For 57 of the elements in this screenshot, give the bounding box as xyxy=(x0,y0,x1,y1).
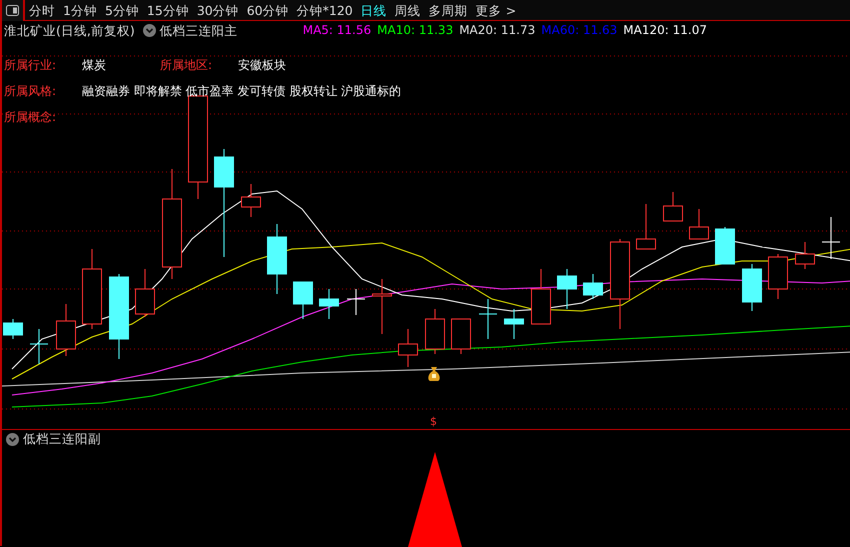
candlestick xyxy=(346,288,366,316)
candlestick xyxy=(56,304,76,356)
info-label: 所属地区: xyxy=(160,57,214,74)
moving-average-value: MA10: 11.33 xyxy=(377,22,454,39)
candlestick xyxy=(398,328,418,368)
candlestick xyxy=(478,298,498,340)
candlestick xyxy=(557,268,577,310)
period-tab[interactable]: 30分钟 xyxy=(192,0,243,20)
candlestick xyxy=(372,278,392,334)
stock-title: 淮北矿业(日线,前复权) xyxy=(4,22,135,40)
candlestick xyxy=(451,318,471,354)
candlestick xyxy=(319,288,339,320)
candlestick xyxy=(425,308,445,354)
panel-toggle-icon[interactable] xyxy=(6,4,19,16)
candlestick xyxy=(531,268,551,324)
period-tab[interactable]: 分时 xyxy=(25,0,59,20)
candlestick xyxy=(795,242,815,270)
info-label: 所属概念: xyxy=(4,109,58,126)
candlestick xyxy=(663,192,683,222)
candlestick xyxy=(241,184,261,218)
period-tab[interactable]: 15分钟 xyxy=(142,0,193,20)
period-tab[interactable]: 分钟*120 xyxy=(292,0,357,20)
candlestick xyxy=(768,254,788,300)
indicator-name[interactable]: 低档三连阳副 xyxy=(23,430,101,448)
candlestick xyxy=(504,308,524,340)
period-tab[interactable]: 多周期 xyxy=(424,0,472,20)
candlestick xyxy=(689,208,709,240)
candlestick xyxy=(267,224,287,294)
moving-average-value: MA60: 11.63 xyxy=(541,22,618,39)
candlestick xyxy=(636,204,656,250)
collapse-icon[interactable] xyxy=(6,432,19,446)
signal-marker: $ xyxy=(430,415,437,428)
info-label: 所属行业: xyxy=(4,57,58,74)
moving-average-value: MA5: 11.56 xyxy=(302,22,372,39)
period-tab[interactable]: 1分钟 xyxy=(59,0,101,20)
info-value: 安徽板块 xyxy=(238,57,287,74)
candlestick xyxy=(742,264,762,312)
period-tab[interactable]: 60分钟 xyxy=(242,0,293,20)
info-value: 融资融券 即将解禁 低市盈率 发可转债 股权转让 沪股通标的 xyxy=(82,83,402,100)
moving-average-value: MA120: 11.07 xyxy=(623,22,707,39)
period-tab[interactable]: 日线 xyxy=(356,0,391,20)
indicator-name[interactable]: 低档三连阳主 xyxy=(160,21,238,40)
collapse-icon[interactable] xyxy=(142,24,156,37)
info-label: 所属风格: xyxy=(4,83,58,100)
candlestick xyxy=(583,274,603,300)
period-tab[interactable]: 周线 xyxy=(390,0,425,20)
candlestick xyxy=(30,328,48,364)
more-menu-button[interactable]: 更多 > xyxy=(472,0,520,20)
candlestick xyxy=(135,268,155,318)
moving-average-value: MA20: 11.73 xyxy=(459,22,536,39)
candlestick xyxy=(822,216,840,260)
money-bag-icon xyxy=(427,366,441,382)
candlestick xyxy=(715,226,735,264)
candlestick xyxy=(3,318,23,340)
candlestick xyxy=(293,282,313,320)
info-value: 煤炭 xyxy=(82,57,107,74)
period-tab[interactable]: 5分钟 xyxy=(100,0,143,20)
